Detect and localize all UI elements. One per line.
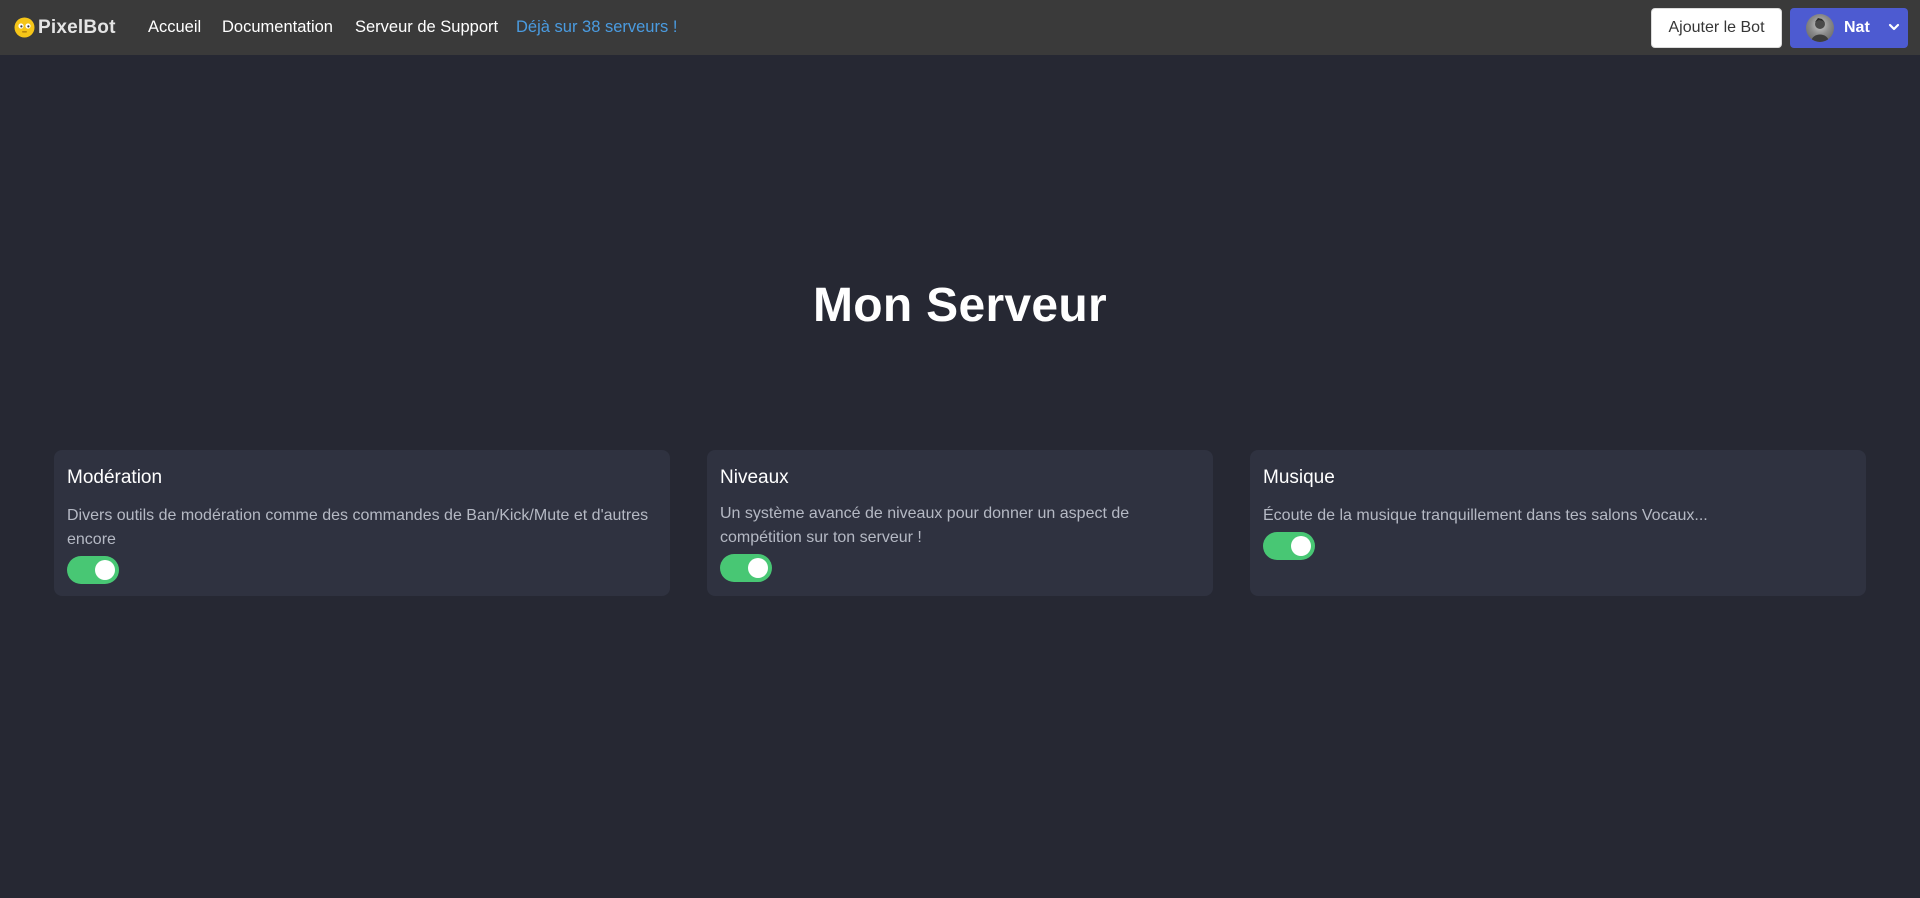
chevron-down-icon [1888,23,1900,31]
module-card-moderation: Modération Divers outils de modération c… [54,450,670,596]
levels-toggle[interactable] [720,554,772,582]
module-description: Un système avancé de niveaux pour donner… [720,505,1130,546]
page-title: Mon Serveur [812,279,1108,332]
user-avatar [1806,14,1834,42]
add-bot-button[interactable]: Ajouter le Bot [1651,8,1782,48]
toggle-knob [1291,536,1311,556]
module-card-levels: Niveaux Un système avancé de niveaux pou… [707,450,1213,596]
user-name: Nat [1844,19,1870,36]
module-title: Modération [67,467,163,488]
nav-home[interactable]: Accueil [148,0,201,55]
nav-support-server[interactable]: Serveur de Support [355,0,498,55]
module-description: Divers outils de modération comme des co… [67,507,649,548]
toggle-knob [748,558,768,578]
server-count-link[interactable]: Déjà sur 38 serveurs ! [516,0,677,55]
toggle-knob [95,560,115,580]
pixelbot-face-icon [14,17,35,38]
module-description: Écoute de la musique tranquillement dans… [1263,507,1708,524]
moderation-toggle[interactable] [67,556,119,584]
music-toggle[interactable] [1263,532,1315,560]
user-menu-button[interactable]: Nat [1790,8,1908,48]
module-title: Niveaux [720,467,789,488]
brand-name: PixelBot [38,16,116,38]
module-card-music: Musique Écoute de la musique tranquillem… [1250,450,1866,596]
brand-link[interactable]: PixelBot [14,0,116,55]
module-title: Musique [1263,467,1335,488]
nav-documentation[interactable]: Documentation [222,0,333,55]
avatar-figure-icon [1811,18,1829,42]
navbar: PixelBot Accueil Documentation Serveur d… [0,0,1920,55]
